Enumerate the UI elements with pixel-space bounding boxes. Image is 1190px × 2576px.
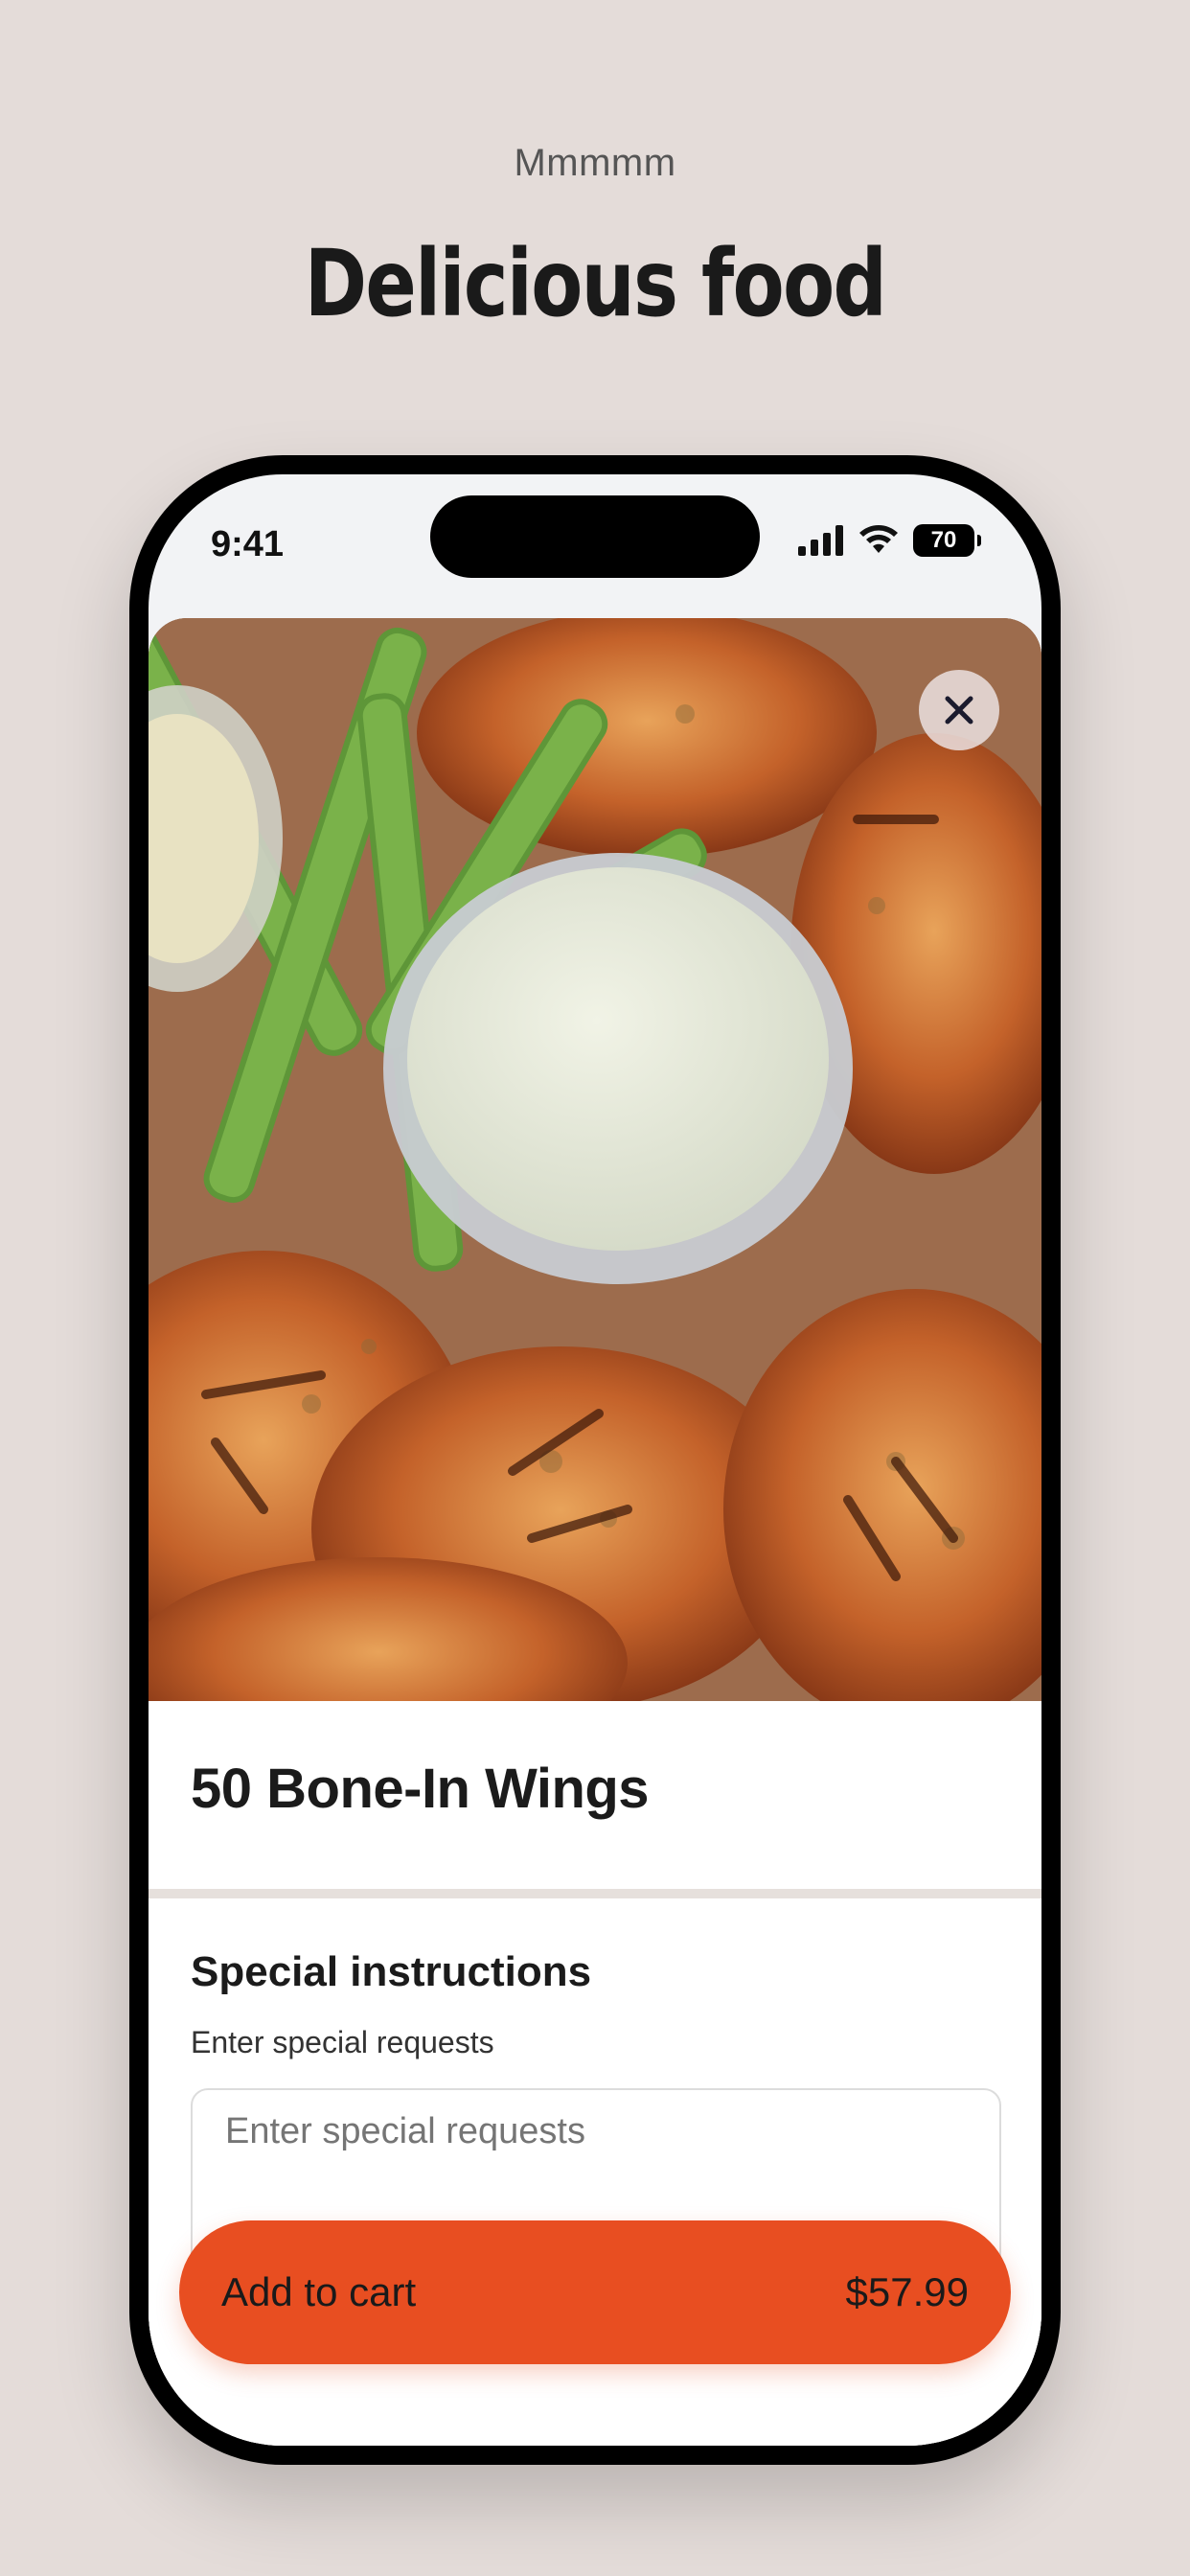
item-sheet: 50 Bone-In Wings Special instructions En… — [149, 618, 1041, 2446]
add-to-cart-button[interactable]: Add to cart $57.99 — [179, 2220, 1011, 2364]
instructions-title: Special instructions — [191, 1948, 592, 1995]
status-time: 9:41 — [211, 524, 285, 564]
food-image — [149, 618, 1041, 1701]
signal-icon — [798, 525, 843, 556]
wifi-icon — [859, 525, 898, 553]
phone-frame: 9:41 70 50 Bone-In Wings Special instruc… — [129, 455, 1061, 2465]
dynamic-island — [430, 495, 760, 578]
item-title: 50 Bone-In Wings — [191, 1758, 650, 1820]
instructions-subtitle: Enter special requests — [191, 2025, 494, 2059]
section-divider — [149, 1889, 1041, 1898]
headline: Delicious food — [304, 230, 887, 337]
eyebrow-text: Mmmmm — [514, 142, 676, 184]
close-icon — [945, 696, 973, 724]
add-to-cart-label: Add to cart — [221, 2269, 417, 2314]
item-title-section: 50 Bone-In Wings — [149, 1701, 1041, 1889]
phone-screen: 9:41 70 50 Bone-In Wings Special instruc… — [149, 474, 1041, 2446]
status-icons: 70 — [798, 524, 981, 557]
battery-icon: 70 — [913, 524, 981, 557]
status-bar: 9:41 70 — [149, 474, 1041, 618]
close-button[interactable] — [919, 670, 999, 750]
cart-price: $57.99 — [845, 2269, 969, 2314]
